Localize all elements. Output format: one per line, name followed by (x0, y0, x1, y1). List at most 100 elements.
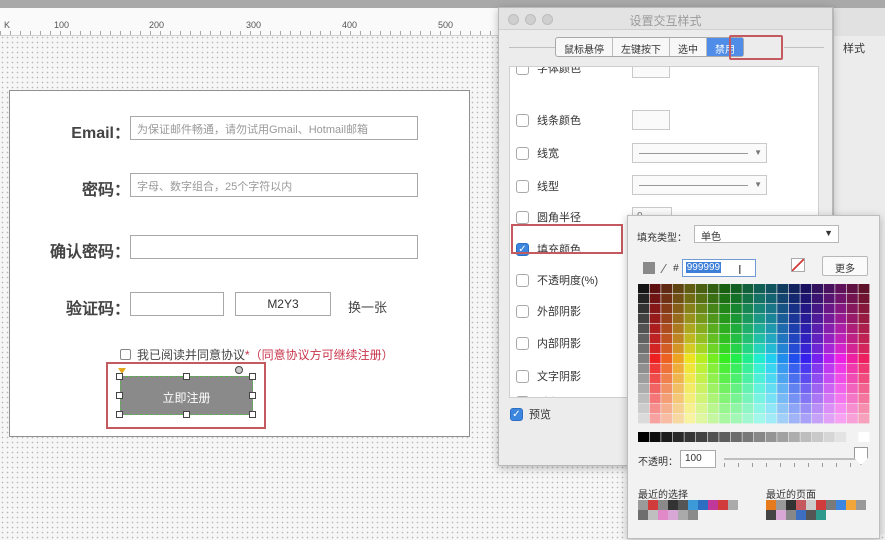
palette-swatch[interactable] (707, 394, 719, 404)
palette-swatch[interactable] (730, 294, 742, 304)
palette-swatch[interactable] (684, 354, 696, 364)
recent-color-swatch[interactable] (786, 510, 796, 520)
password-input[interactable]: 字母、数字组合，25个字符以内 (130, 173, 418, 197)
gray-swatch[interactable] (707, 432, 719, 442)
palette-swatch[interactable] (765, 374, 777, 384)
palette-swatch[interactable] (823, 414, 835, 424)
palette-swatch[interactable] (788, 404, 800, 414)
palette-swatch[interactable] (649, 344, 661, 354)
recent-color-swatch[interactable] (648, 500, 658, 510)
palette-swatch[interactable] (742, 374, 754, 384)
palette-swatch[interactable] (638, 304, 649, 314)
palette-swatch[interactable] (719, 334, 731, 344)
prop-checkbox[interactable] (516, 273, 529, 287)
recent-color-swatch[interactable] (718, 500, 728, 510)
palette-swatch[interactable] (742, 334, 754, 344)
palette-swatch[interactable] (672, 374, 684, 384)
palette-swatch[interactable] (707, 324, 719, 334)
palette-swatch[interactable] (812, 314, 823, 324)
palette-swatch[interactable] (649, 384, 661, 394)
palette-swatch[interactable] (707, 294, 719, 304)
palette-swatch[interactable] (788, 284, 800, 294)
recent-color-swatch[interactable] (786, 500, 796, 510)
gray-swatch[interactable] (835, 432, 847, 442)
recent-color-swatch[interactable] (816, 510, 826, 520)
palette-swatch[interactable] (835, 334, 847, 344)
palette-swatch[interactable] (800, 294, 812, 304)
palette-swatch[interactable] (777, 354, 789, 364)
palette-swatch[interactable] (800, 364, 812, 374)
recent-color-swatch[interactable] (766, 510, 776, 520)
palette-swatch[interactable] (638, 344, 649, 354)
palette-swatch[interactable] (823, 314, 835, 324)
line-style-select[interactable]: ▼ (632, 175, 767, 195)
palette-swatch[interactable] (765, 304, 777, 314)
palette-swatch[interactable] (672, 334, 684, 344)
palette-swatch[interactable] (638, 354, 649, 364)
palette-swatch[interactable] (638, 404, 649, 414)
gray-swatch[interactable] (719, 432, 731, 442)
palette-swatch[interactable] (788, 354, 800, 364)
gray-swatch[interactable] (730, 432, 742, 442)
palette-swatch[interactable] (684, 294, 696, 304)
palette-swatch[interactable] (812, 394, 823, 404)
palette-swatch[interactable] (707, 354, 719, 364)
palette-swatch[interactable] (707, 404, 719, 414)
prop-checkbox[interactable] (516, 304, 529, 318)
palette-swatch[interactable] (788, 384, 800, 394)
palette-swatch[interactable] (638, 284, 649, 294)
palette-swatch[interactable] (719, 404, 731, 414)
palette-swatch[interactable] (800, 404, 812, 414)
recent-color-swatch[interactable] (728, 500, 738, 510)
palette-swatch[interactable] (684, 334, 696, 344)
rotate-handle[interactable] (235, 366, 243, 374)
resize-handle[interactable] (183, 411, 190, 418)
palette-swatch[interactable] (672, 394, 684, 404)
palette-swatch[interactable] (812, 414, 823, 424)
color-palette-grid[interactable] (638, 284, 870, 424)
palette-swatch[interactable] (754, 314, 765, 324)
palette-swatch[interactable] (684, 364, 696, 374)
opacity-input[interactable]: 100 (680, 450, 716, 468)
palette-swatch[interactable] (835, 324, 847, 334)
prop-checkbox[interactable] (516, 210, 529, 224)
palette-swatch[interactable] (707, 314, 719, 324)
palette-swatch[interactable] (777, 394, 789, 404)
palette-swatch[interactable] (742, 304, 754, 314)
palette-swatch[interactable] (754, 324, 765, 334)
palette-swatch[interactable] (835, 394, 847, 404)
palette-swatch[interactable] (661, 364, 673, 374)
palette-swatch[interactable] (823, 364, 835, 374)
hex-color-input[interactable]: 999999 (681, 259, 756, 277)
palette-swatch[interactable] (846, 384, 858, 394)
gray-swatch[interactable] (661, 432, 673, 442)
gray-swatch[interactable] (800, 432, 812, 442)
palette-swatch[interactable] (696, 414, 707, 424)
palette-swatch[interactable] (672, 344, 684, 354)
palette-swatch[interactable] (765, 354, 777, 364)
palette-swatch[interactable] (696, 394, 707, 404)
preview-row[interactable]: ✓ 预览 (510, 406, 551, 422)
palette-swatch[interactable] (777, 384, 789, 394)
palette-swatch[interactable] (823, 324, 835, 334)
fill-type-select[interactable]: 单色 ▼ (694, 225, 839, 243)
palette-swatch[interactable] (719, 414, 731, 424)
palette-swatch[interactable] (684, 344, 696, 354)
gray-swatch[interactable] (846, 432, 858, 442)
palette-swatch[interactable] (684, 324, 696, 334)
no-color-icon[interactable] (791, 258, 805, 272)
palette-swatch[interactable] (661, 314, 673, 324)
palette-swatch[interactable] (661, 374, 673, 384)
palette-swatch[interactable] (730, 364, 742, 374)
palette-swatch[interactable] (788, 314, 800, 324)
palette-swatch[interactable] (730, 394, 742, 404)
palette-swatch[interactable] (742, 414, 754, 424)
palette-swatch[interactable] (754, 354, 765, 364)
recent-color-swatch[interactable] (776, 510, 786, 520)
resize-handle[interactable] (116, 411, 123, 418)
confirm-password-input[interactable] (130, 235, 418, 259)
palette-swatch[interactable] (719, 374, 731, 384)
palette-swatch[interactable] (835, 364, 847, 374)
palette-swatch[interactable] (719, 364, 731, 374)
palette-swatch[interactable] (696, 334, 707, 344)
